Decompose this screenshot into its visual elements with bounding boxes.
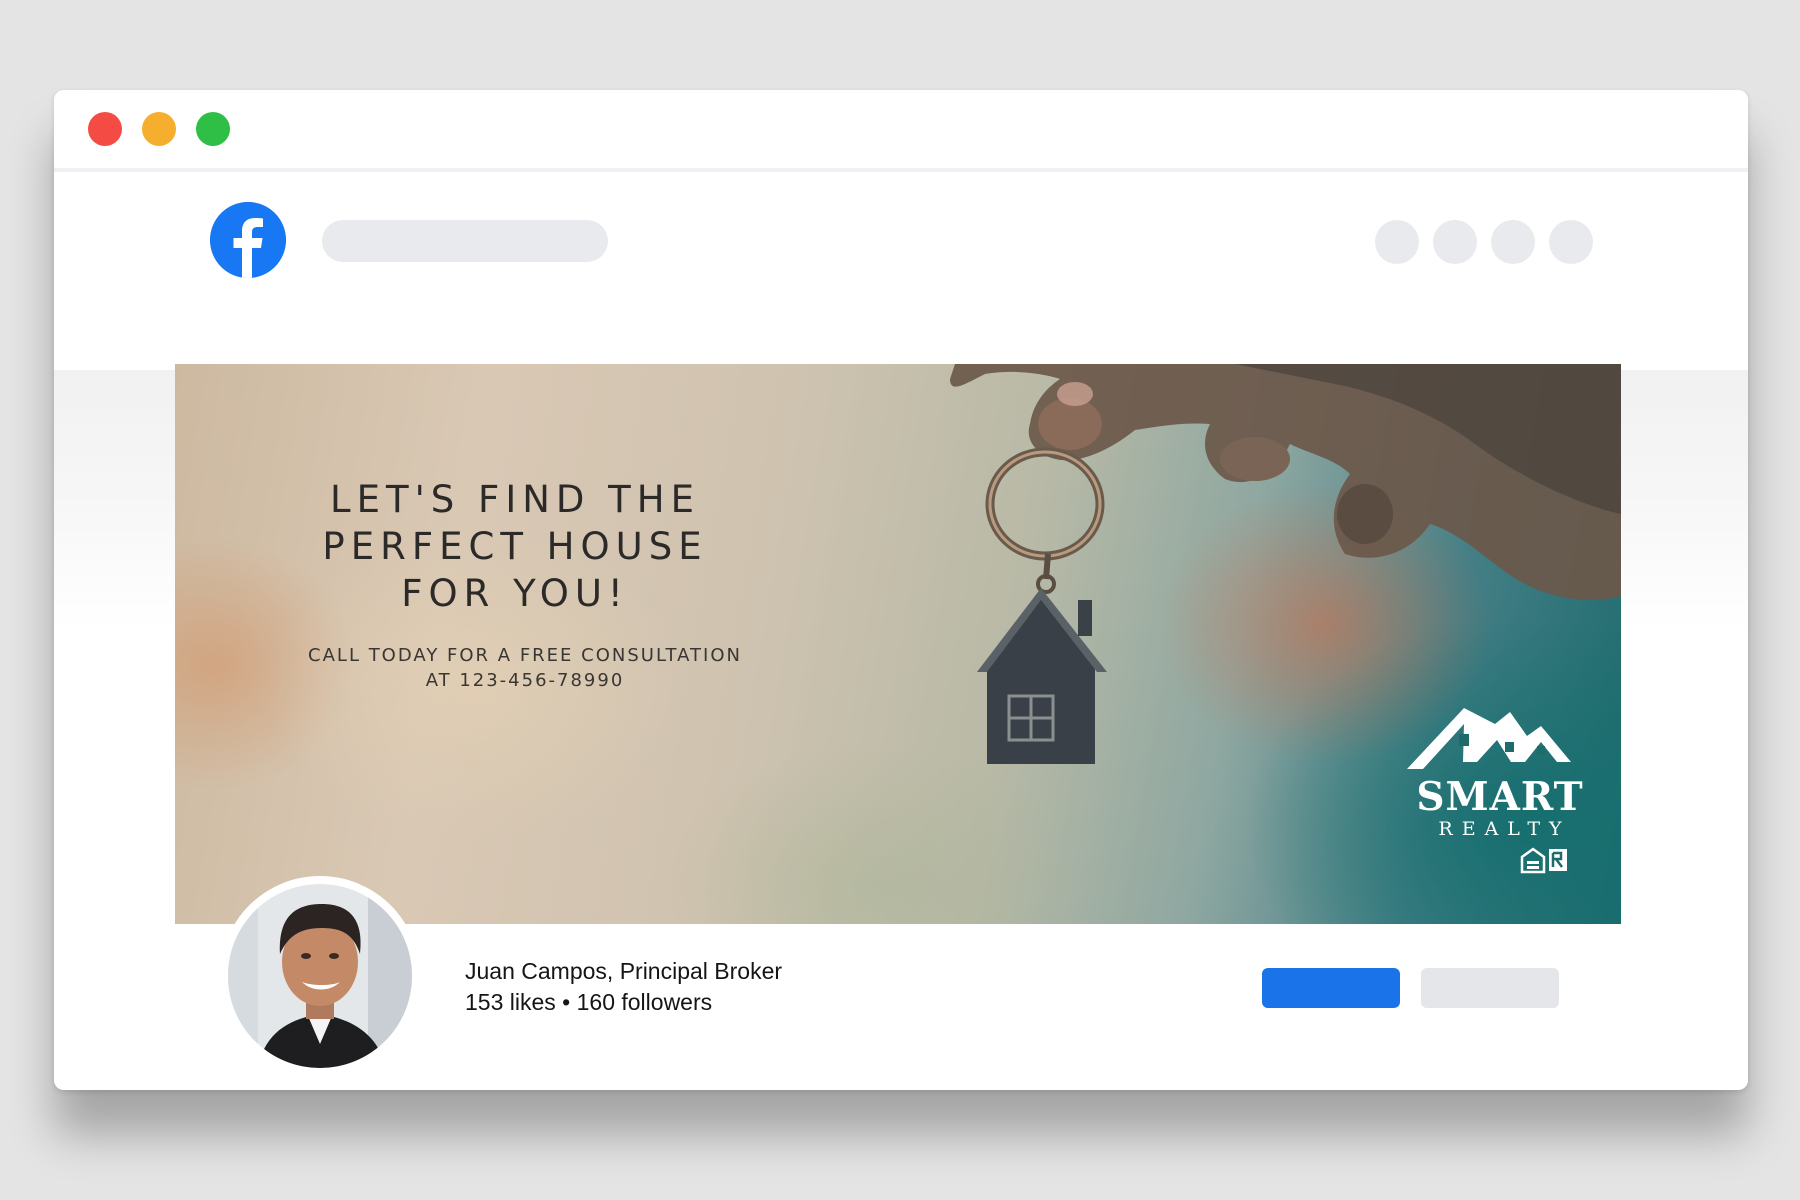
primary-action-button[interactable]	[1262, 968, 1400, 1008]
maximize-window-button[interactable]	[196, 112, 230, 146]
realtor-icon	[1549, 849, 1567, 871]
cover-headline: LET'S FIND THE PERFECT HOUSE FOR YOU!	[322, 478, 708, 615]
equal-housing-icon	[1520, 847, 1546, 874]
nav-icon[interactable]	[1375, 220, 1419, 264]
close-window-button[interactable]	[88, 112, 122, 146]
facebook-icon[interactable]	[210, 202, 286, 278]
house-logo-icon	[1407, 708, 1571, 769]
browser-window: LET'S FIND THE PERFECT HOUSE FOR YOU! CA…	[54, 90, 1748, 1090]
window-titlebar	[54, 90, 1748, 172]
brand-logo-subtitle: REALTY	[1438, 818, 1571, 840]
profile-photo	[228, 884, 412, 1068]
secondary-action-button[interactable]	[1421, 968, 1559, 1008]
minimize-window-button[interactable]	[142, 112, 176, 146]
brand-logo-name: SMART	[1416, 774, 1584, 820]
cover-photo: LET'S FIND THE PERFECT HOUSE FOR YOU! CA…	[175, 364, 1621, 924]
avatar[interactable]	[220, 876, 420, 1076]
profile-name: Juan Campos, Principal Broker	[465, 958, 783, 984]
nav-icon[interactable]	[1433, 220, 1477, 264]
profile-stats: 153 likes • 160 followers	[465, 989, 713, 1015]
search-input[interactable]	[322, 220, 608, 262]
cover-call-to-action: CALL TODAY FOR A FREE CONSULTATION AT 12…	[308, 645, 742, 691]
nav-icon[interactable]	[1549, 220, 1593, 264]
nav-icon[interactable]	[1491, 220, 1535, 264]
